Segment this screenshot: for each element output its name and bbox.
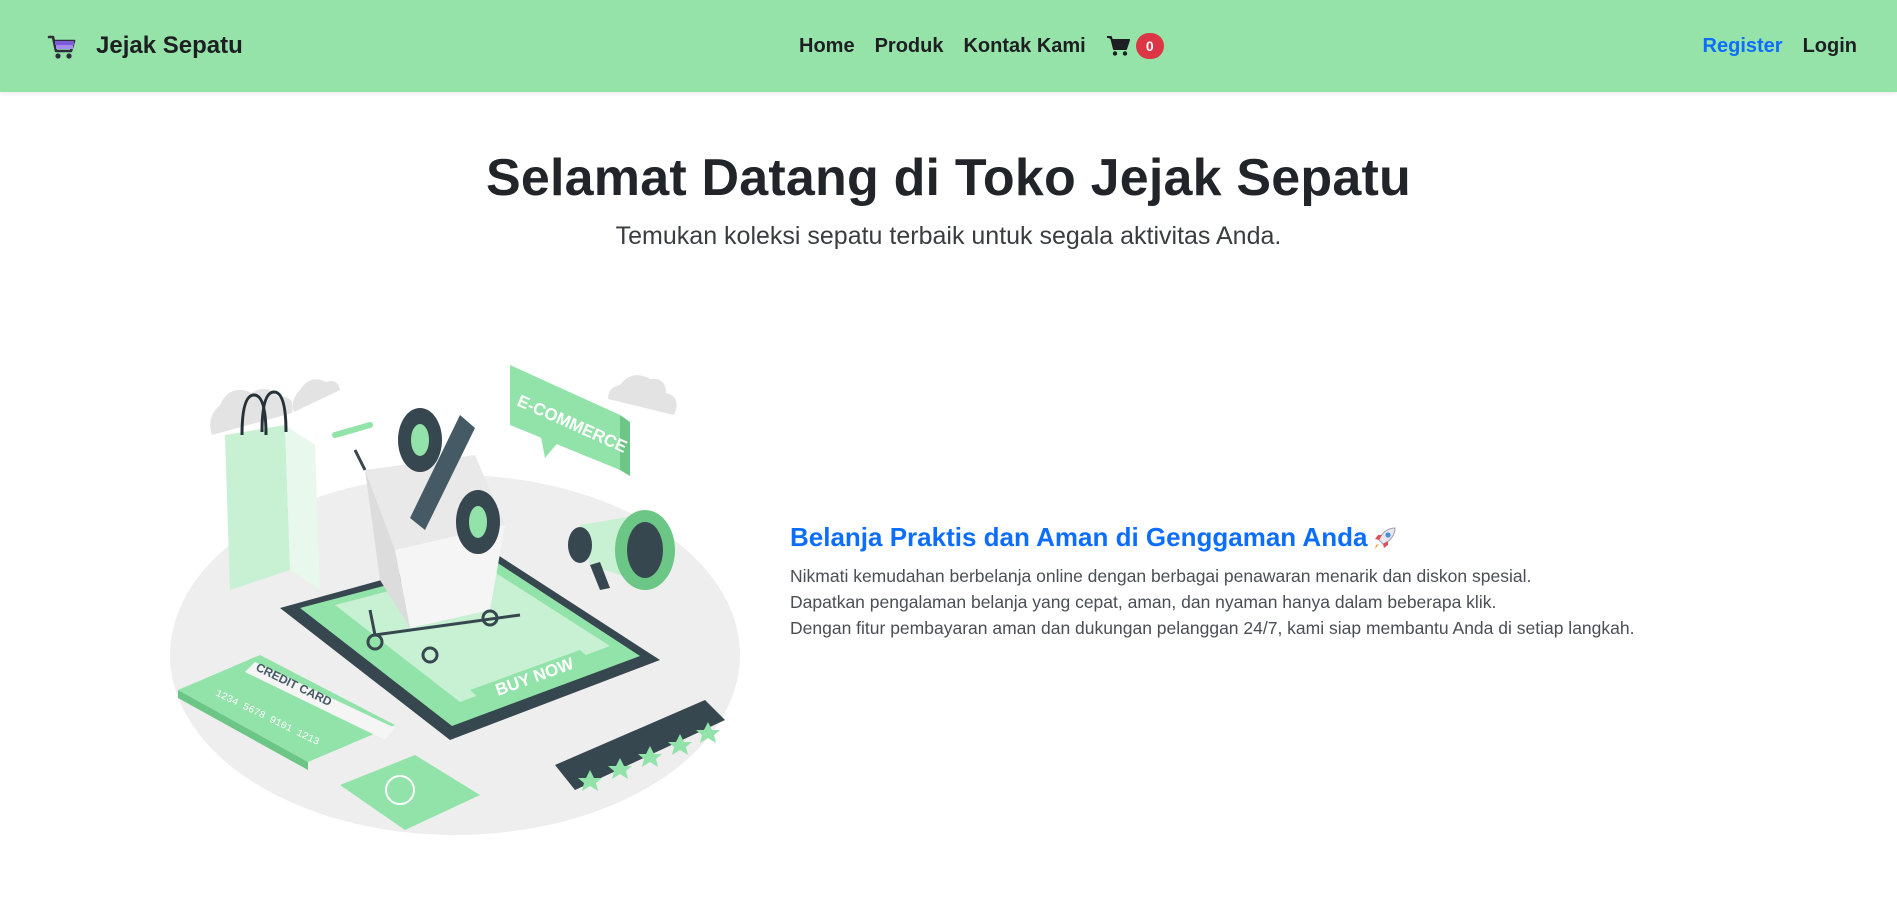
cart-count-badge: 0: [1135, 33, 1164, 59]
nav-produk[interactable]: Produk: [875, 35, 944, 58]
brand-name: Jejak Sepatu: [96, 32, 243, 59]
feature-line: Dapatkan pengalaman belanja yang cepat, …: [790, 592, 1497, 612]
cart-button[interactable]: 0: [1106, 33, 1164, 59]
feature-title-text: Belanja Praktis dan Aman di Genggaman An…: [790, 522, 1368, 552]
main-nav: Home Produk Kontak Kami 0: [799, 30, 1164, 62]
rocket-icon: [1375, 526, 1396, 549]
brand[interactable]: Jejak Sepatu: [44, 28, 243, 64]
navbar: Jejak Sepatu Home Produk Kontak Kami 0 R…: [0, 0, 1897, 92]
feature-line: Dengan fitur pembayaran aman dan dukunga…: [790, 618, 1635, 638]
cart-logo-icon: [47, 35, 76, 59]
feature-section: Belanja Praktis dan Aman di Genggaman An…: [790, 522, 1790, 641]
feature-title: Belanja Praktis dan Aman di Genggaman An…: [790, 522, 1790, 553]
login-link[interactable]: Login: [1803, 35, 1857, 58]
ecommerce-illustration: BUY NOW E-COMMERCE CREDIT CARD 1234 5678…: [170, 365, 740, 835]
feature-line: Nikmati kemudahan berbelanja online deng…: [790, 566, 1532, 586]
auth-nav: Register Login: [1703, 30, 1857, 62]
hero-subtitle: Temukan koleksi sepatu terbaik untuk seg…: [615, 222, 1282, 250]
register-link[interactable]: Register: [1703, 35, 1783, 58]
hero-title: Selamat Datang di Toko Jejak Sepatu: [486, 149, 1411, 207]
nav-kontak-kami[interactable]: Kontak Kami: [963, 35, 1085, 58]
shopping-cart-icon: [1106, 36, 1130, 56]
feature-description: Nikmati kemudahan berbelanja online deng…: [790, 563, 1790, 641]
nav-home[interactable]: Home: [799, 35, 855, 58]
